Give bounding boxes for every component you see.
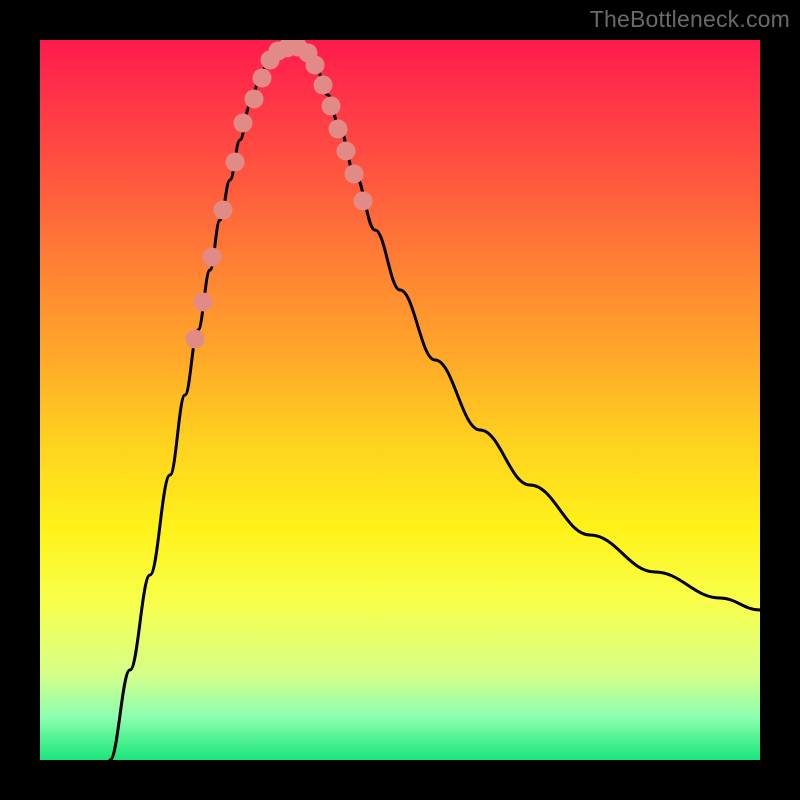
data-marker (314, 76, 333, 95)
bottleneck-curve (110, 46, 760, 760)
curve-group (110, 46, 760, 760)
data-marker (253, 69, 272, 88)
data-marker (234, 114, 253, 133)
data-marker (186, 330, 205, 349)
data-marker (214, 201, 233, 220)
data-marker (337, 142, 356, 161)
chart-svg (40, 40, 760, 760)
data-marker (345, 165, 364, 184)
watermark-text: TheBottleneck.com (590, 6, 790, 33)
data-marker (322, 97, 341, 116)
data-marker (226, 153, 245, 172)
plot-area (40, 40, 760, 760)
data-marker (203, 248, 222, 267)
data-marker (245, 90, 264, 109)
marker-group (186, 40, 373, 349)
data-marker (306, 56, 325, 75)
data-marker (329, 120, 348, 139)
data-marker (194, 293, 213, 312)
chart-frame: TheBottleneck.com (0, 0, 800, 800)
data-marker (354, 192, 373, 211)
